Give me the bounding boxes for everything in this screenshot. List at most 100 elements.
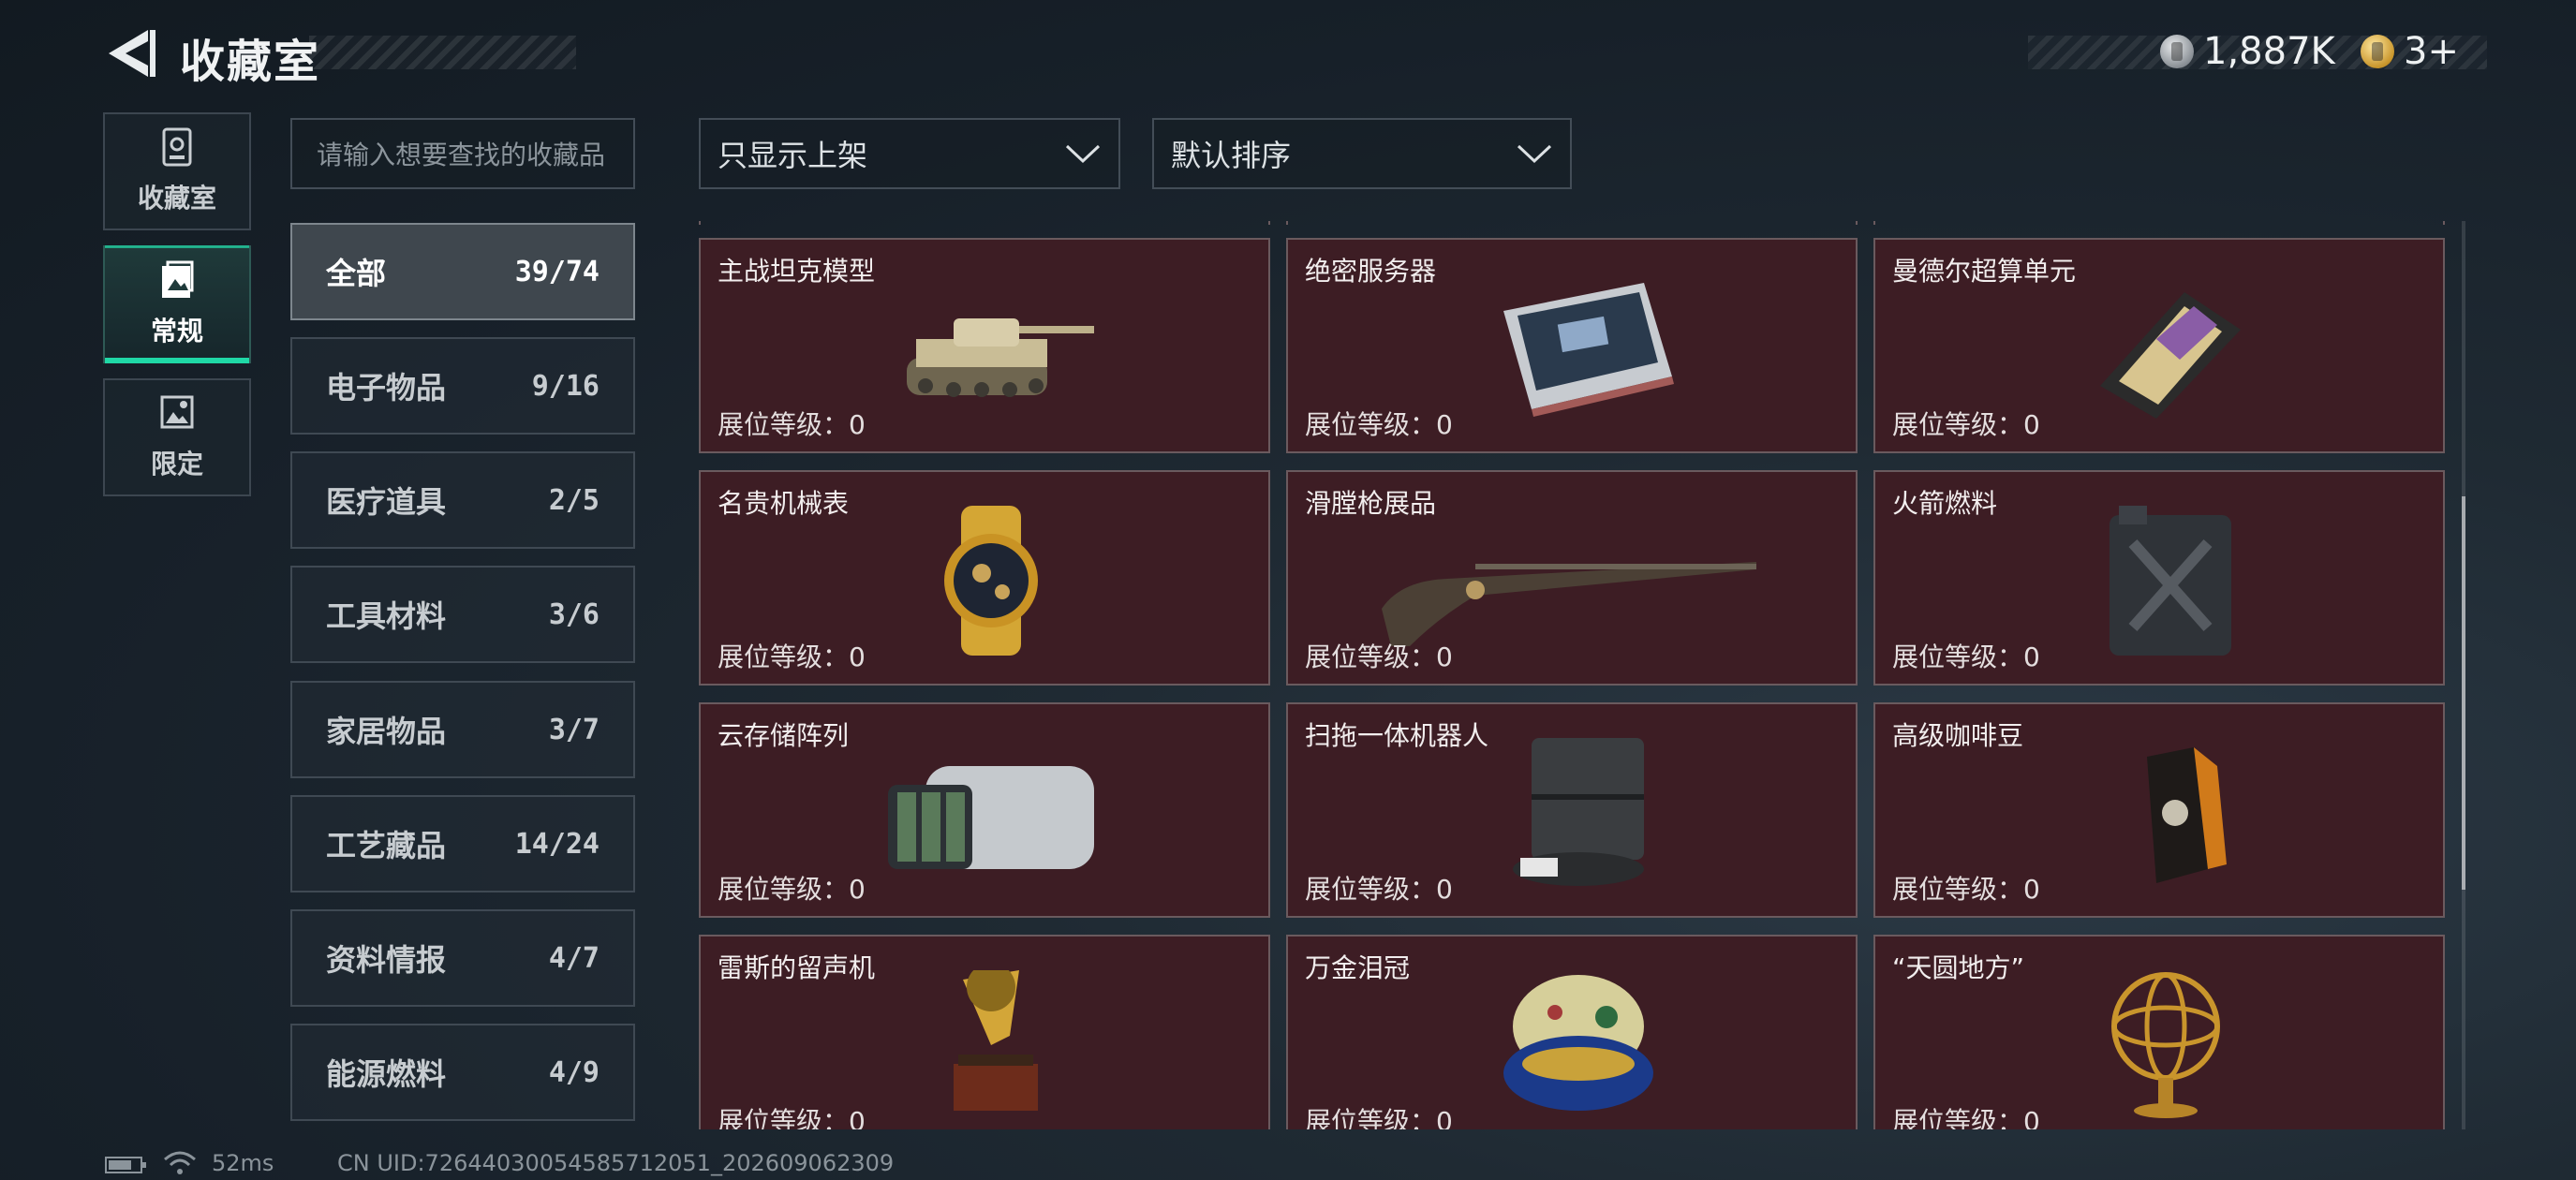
item-name: 高级咖啡豆	[1892, 720, 2024, 751]
nav-label: 常规	[150, 316, 203, 347]
item-name: 万金泪冠	[1305, 952, 1411, 983]
collection-card[interactable]: 曼德尔超算单元 展位等级：0	[1873, 238, 2445, 453]
collection-grid[interactable]: 主战坦克模型 展位等级：0 绝密服务器 展位等级：0 曼德尔超算单元 展位等级：0 名贵机械…	[699, 221, 2445, 1129]
wifi-icon	[164, 1151, 196, 1174]
display-level: 展位等级：0	[718, 409, 866, 440]
display-level: 展位等级：0	[1305, 1106, 1453, 1129]
category-name: 资料情报	[326, 942, 447, 978]
collection-card[interactable]: 主战坦克模型 展位等级：0	[699, 238, 1270, 453]
category-count: 14/24	[514, 827, 600, 861]
jeweled-egg-icon	[1466, 970, 1691, 1120]
uid-text: CN UID:72644030054585712051_202609062309	[337, 1150, 895, 1176]
armillary-sphere-icon	[2053, 970, 2278, 1120]
ping-text: 52ms	[212, 1150, 274, 1176]
category-crafts[interactable]: 工艺藏品 14/24	[290, 795, 635, 892]
gold-coin-icon	[2361, 35, 2394, 68]
category-count: 3/7	[548, 713, 600, 746]
currency-silver-value: 1,887K	[2203, 30, 2335, 73]
item-name: 扫拖一体机器人	[1305, 720, 1489, 751]
currency-gold[interactable]: 3+	[2361, 30, 2459, 73]
item-name: 火箭燃料	[1892, 488, 1998, 519]
collection-card[interactable]: 万金泪冠展位等级：0	[1286, 935, 1858, 1129]
collection-card[interactable]: 云存储阵列 展位等级：0	[699, 702, 1270, 918]
nav-collection-room[interactable]: 收藏室	[103, 112, 251, 230]
category-energy[interactable]: 能源燃料 4/9	[290, 1024, 635, 1121]
tank-model-icon	[879, 273, 1103, 423]
collection-card[interactable]: “天圆地方” 展位等级：0	[1873, 935, 2445, 1129]
category-all[interactable]: 全部 39/74	[290, 223, 635, 320]
nav-limited[interactable]: 限定	[103, 378, 251, 496]
category-name: 医疗道具	[326, 484, 447, 520]
display-level: 展位等级：0	[718, 874, 866, 905]
category-name: 工具材料	[326, 598, 447, 634]
category-count: 39/74	[514, 255, 600, 288]
category-medical[interactable]: 医疗道具 2/5	[290, 451, 635, 549]
category-tools[interactable]: 工具材料 3/6	[290, 566, 635, 663]
nav-label: 限定	[150, 449, 203, 479]
display-level: 展位等级：0	[718, 1106, 866, 1129]
sort-dropdown[interactable]: 默认排序	[1152, 118, 1572, 189]
nav-active-topline	[105, 245, 249, 248]
display-level: 展位等级：0	[1305, 642, 1453, 672]
gramophone-icon	[879, 963, 1103, 1120]
card-list: 主战坦克模型 展位等级：0 绝密服务器 展位等级：0 曼德尔超算单元 展位等级：0 名贵机械…	[699, 221, 2445, 1129]
collection-card[interactable]: 名贵机械表 展位等级：0	[699, 470, 1270, 686]
watch-icon	[879, 506, 1103, 656]
musket-icon	[1363, 506, 1775, 656]
collection-card[interactable]: 火箭燃料展位等级：0	[1873, 470, 2445, 686]
display-level: 展位等级：0	[1892, 1106, 2040, 1129]
coffee-bag-icon	[2053, 738, 2278, 888]
display-level: 展位等级：0	[1305, 409, 1453, 440]
page-title: 收藏室	[180, 36, 321, 88]
display-level: 展位等级：0	[1892, 409, 2040, 440]
shelf-filter-value: 只显示上架	[718, 138, 868, 173]
category-count: 3/6	[548, 597, 600, 631]
regular-icon	[162, 260, 194, 298]
item-name: 曼德尔超算单元	[1892, 256, 2077, 287]
search-input[interactable]: 请输入想要查找的收藏品	[290, 118, 635, 189]
item-name: 雷斯的留声机	[718, 952, 876, 983]
category-name: 工艺藏品	[326, 828, 447, 863]
display-level: 展位等级：0	[1892, 874, 2040, 905]
category-household[interactable]: 家居物品 3/7	[290, 681, 635, 778]
currency-gold-value: 3+	[2404, 30, 2459, 73]
collection-card[interactable]: 滑膛枪展品 展位等级：0	[1286, 470, 1858, 686]
back-arrow-icon[interactable]	[101, 26, 157, 81]
nav-regular[interactable]: 常规	[103, 245, 251, 363]
collection-card[interactable]: 扫拖一体机器人 展位等级：0	[1286, 702, 1858, 918]
server-icon	[1466, 273, 1691, 423]
display-level: 展位等级：0	[1305, 874, 1453, 905]
item-name: 绝密服务器	[1305, 256, 1437, 287]
nav-label: 收藏室	[137, 183, 216, 214]
chevron-down-icon	[1517, 144, 1552, 164]
robot-vacuum-icon	[1466, 738, 1691, 888]
category-count: 2/5	[548, 483, 600, 517]
fuel-can-icon	[2053, 506, 2278, 656]
collection-card[interactable]: 高级咖啡豆展位等级：0	[1873, 702, 2445, 918]
currency-silver: 1,887K	[2160, 30, 2335, 73]
nav-active-underline	[105, 358, 249, 363]
display-level: 展位等级：0	[1892, 642, 2040, 672]
collection-card[interactable]: 雷斯的留声机展位等级：0	[699, 935, 1270, 1129]
collection-room-icon	[162, 127, 192, 167]
item-name: 名贵机械表	[718, 488, 850, 519]
category-name: 电子物品	[326, 370, 447, 406]
collection-card[interactable]: 绝密服务器展位等级：0	[1286, 238, 1858, 453]
supercomputer-unit-icon	[2053, 273, 2278, 423]
category-name: 家居物品	[326, 714, 447, 749]
grid-scroll-thumb[interactable]	[2462, 496, 2465, 890]
sort-value: 默认排序	[1171, 138, 1292, 173]
item-name: “天圆地方”	[1892, 952, 2025, 983]
shelf-filter-dropdown[interactable]: 只显示上架	[699, 118, 1120, 189]
limited-icon	[160, 395, 194, 429]
category-name: 全部	[326, 256, 387, 291]
title-decoration	[309, 36, 576, 69]
category-name: 能源燃料	[326, 1056, 447, 1092]
category-electronics[interactable]: 电子物品 9/16	[290, 337, 635, 435]
category-count: 4/9	[548, 1055, 600, 1089]
silver-coin-icon	[2160, 35, 2194, 68]
category-count: 4/7	[548, 941, 600, 975]
category-intel[interactable]: 资料情报 4/7	[290, 909, 635, 1007]
chevron-down-icon	[1065, 144, 1101, 164]
category-count: 9/16	[531, 369, 600, 403]
